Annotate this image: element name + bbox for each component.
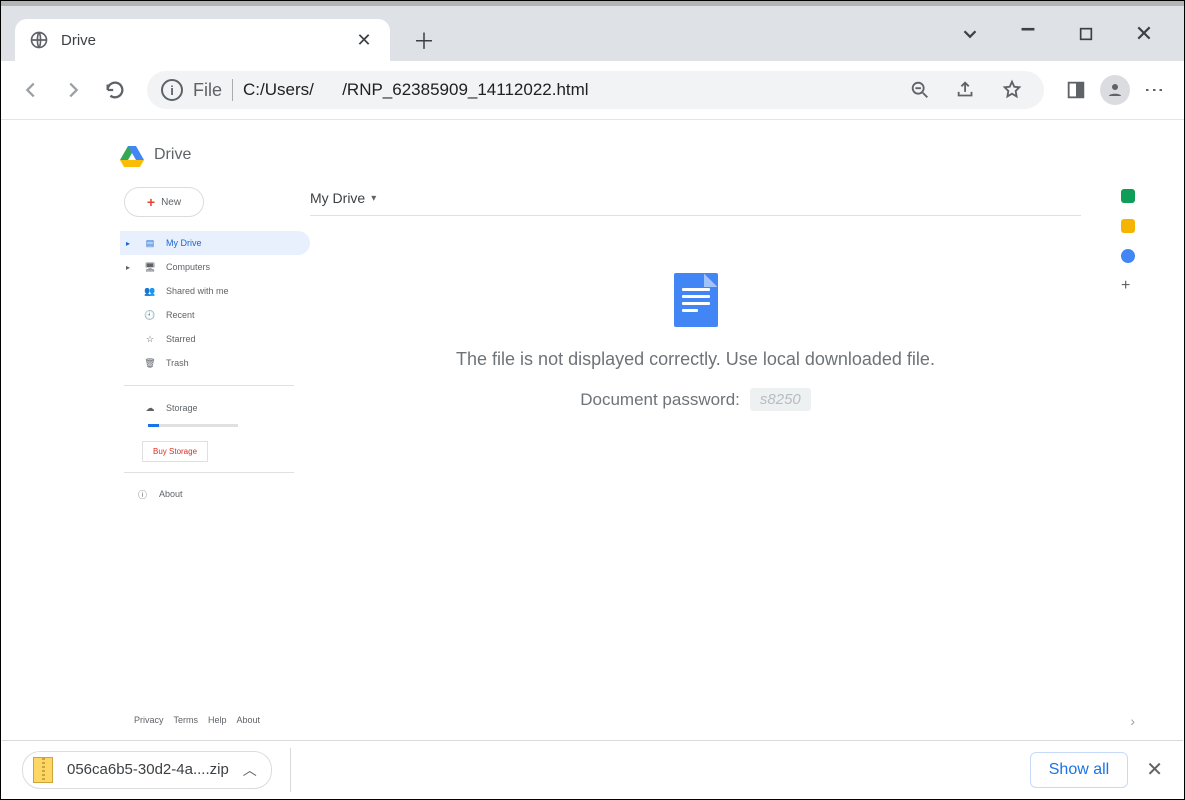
sidebar-label: Recent — [166, 310, 195, 320]
new-button-label: New — [161, 197, 181, 208]
trash-icon: 🗑 — [144, 358, 156, 369]
download-filename: 056ca6b5-30d2-4a....zip — [67, 761, 229, 778]
sidebar-label: Starred — [166, 334, 196, 344]
footer-terms[interactable]: Terms — [174, 715, 199, 725]
addons-plus-icon[interactable]: + — [1121, 279, 1135, 293]
sidebar-item-computers[interactable]: ▸🖥 Computers — [120, 255, 310, 279]
drive-brand: Drive — [154, 146, 191, 164]
sidebar-item-storage[interactable]: ☁ Storage — [120, 396, 310, 420]
computers-icon: 🖥 — [144, 262, 156, 273]
sidebar-label: Storage — [166, 403, 198, 413]
browser-tab[interactable]: Drive ✕ — [15, 19, 390, 61]
nav-back-button[interactable] — [13, 72, 49, 108]
shared-icon: 👥 — [144, 286, 156, 297]
chevron-down-icon: ▾ — [371, 193, 376, 204]
error-message: The file is not displayed correctly. Use… — [456, 349, 935, 370]
zip-file-icon — [33, 757, 53, 783]
window-controls: – ✕ — [946, 6, 1184, 61]
show-all-downloads-button[interactable]: Show all — [1030, 752, 1128, 788]
plus-icon: + — [147, 194, 155, 210]
sidebar-divider — [124, 385, 294, 386]
password-label: Document password: — [580, 390, 740, 410]
url-scheme: File — [193, 80, 222, 101]
address-bar[interactable]: i File C:/Users/ /RNP_62385909_14112022.… — [147, 71, 1044, 109]
docs-file-icon — [674, 273, 718, 327]
drive-footer: Privacy Terms Help About — [134, 715, 260, 725]
sidebar-label: Shared with me — [166, 286, 229, 296]
footer-about[interactable]: About — [237, 715, 261, 725]
toolbar-divider — [1, 119, 1184, 120]
sidebar-item-starred[interactable]: ☆ Starred — [120, 327, 310, 351]
breadcrumb-label: My Drive — [310, 190, 365, 206]
download-divider — [290, 748, 291, 792]
my-drive-icon: ▤ — [144, 238, 156, 249]
download-item[interactable]: 056ca6b5-30d2-4a....zip ︿ — [22, 751, 272, 789]
site-info-icon[interactable]: i — [161, 79, 183, 101]
url-separator — [232, 79, 233, 101]
sidebar-item-recent[interactable]: 🕘 Recent — [120, 303, 310, 327]
page-viewport: Drive + New ▸▤ My Drive ▸🖥 Computers 👥 — [2, 121, 1183, 739]
tab-strip: Drive ✕ ＋ – ✕ — [1, 6, 1184, 61]
starred-icon: ☆ — [144, 334, 156, 345]
download-bar: 056ca6b5-30d2-4a....zip ︿ Show all ✕ — [2, 740, 1183, 798]
profile-avatar[interactable] — [1100, 75, 1130, 105]
globe-icon — [29, 30, 49, 50]
sidebar-divider — [124, 472, 294, 473]
collapse-side-panel-icon[interactable]: › — [1130, 713, 1135, 729]
side-panel-apps: + — [1121, 189, 1135, 293]
tab-title: Drive — [61, 32, 340, 49]
nav-forward-button[interactable] — [55, 72, 91, 108]
footer-privacy[interactable]: Privacy — [134, 715, 164, 725]
drive-header: Drive — [120, 139, 1081, 171]
buy-storage-button[interactable]: Buy Storage — [142, 441, 208, 462]
browser-toolbar: i File C:/Users/ /RNP_62385909_14112022.… — [1, 61, 1184, 119]
sidebar-label: Trash — [166, 358, 189, 368]
sidebar-item-shared[interactable]: 👥 Shared with me — [120, 279, 310, 303]
info-icon: ⓘ — [138, 488, 147, 501]
footer-help[interactable]: Help — [208, 715, 227, 725]
drive-logo-icon — [120, 143, 144, 167]
password-row: Document password: s8250 — [580, 388, 811, 411]
sidebar-label: My Drive — [166, 238, 202, 248]
sheets-icon[interactable] — [1121, 189, 1135, 203]
close-download-bar-icon[interactable]: ✕ — [1146, 757, 1163, 782]
sidebar-item-about[interactable]: ⓘ About — [120, 483, 310, 505]
reload-button[interactable] — [97, 72, 133, 108]
tasks-icon[interactable] — [1121, 249, 1135, 263]
keep-icon[interactable] — [1121, 219, 1135, 233]
storage-meter — [148, 424, 238, 427]
breadcrumb[interactable]: My Drive ▾ — [310, 183, 1081, 213]
content-divider — [310, 215, 1081, 216]
sidebar-label: About — [159, 489, 183, 499]
password-value: s8250 — [750, 388, 811, 411]
drive-sidebar: + New ▸▤ My Drive ▸🖥 Computers 👥 Shared … — [120, 183, 310, 729]
recent-icon: 🕘 — [144, 310, 156, 321]
storage-icon: ☁ — [144, 403, 156, 414]
tab-close-icon[interactable]: ✕ — [352, 28, 376, 52]
window-maximize-icon[interactable] — [1072, 20, 1100, 48]
new-button[interactable]: + New — [124, 187, 204, 217]
url-text: C:/Users/ /RNP_62385909_14112022.html — [243, 80, 589, 100]
sidebar-label: Computers — [166, 262, 210, 272]
new-tab-button[interactable]: ＋ — [408, 24, 440, 56]
browser-menu-icon[interactable]: ⋮ — [1136, 72, 1172, 108]
tab-search-icon[interactable] — [956, 20, 984, 48]
drive-main: My Drive ▾ The file is not displayed cor… — [310, 183, 1081, 729]
side-panel-icon[interactable] — [1058, 72, 1094, 108]
share-icon[interactable] — [948, 72, 984, 108]
bookmark-star-icon[interactable] — [994, 72, 1030, 108]
window-close-icon[interactable]: ✕ — [1130, 20, 1158, 48]
zoom-icon[interactable] — [902, 72, 938, 108]
sidebar-item-my-drive[interactable]: ▸▤ My Drive — [120, 231, 310, 255]
window-minimize-icon[interactable]: – — [1014, 14, 1042, 42]
chevron-up-icon[interactable]: ︿ — [243, 760, 257, 780]
sidebar-item-trash[interactable]: 🗑 Trash — [120, 351, 310, 375]
